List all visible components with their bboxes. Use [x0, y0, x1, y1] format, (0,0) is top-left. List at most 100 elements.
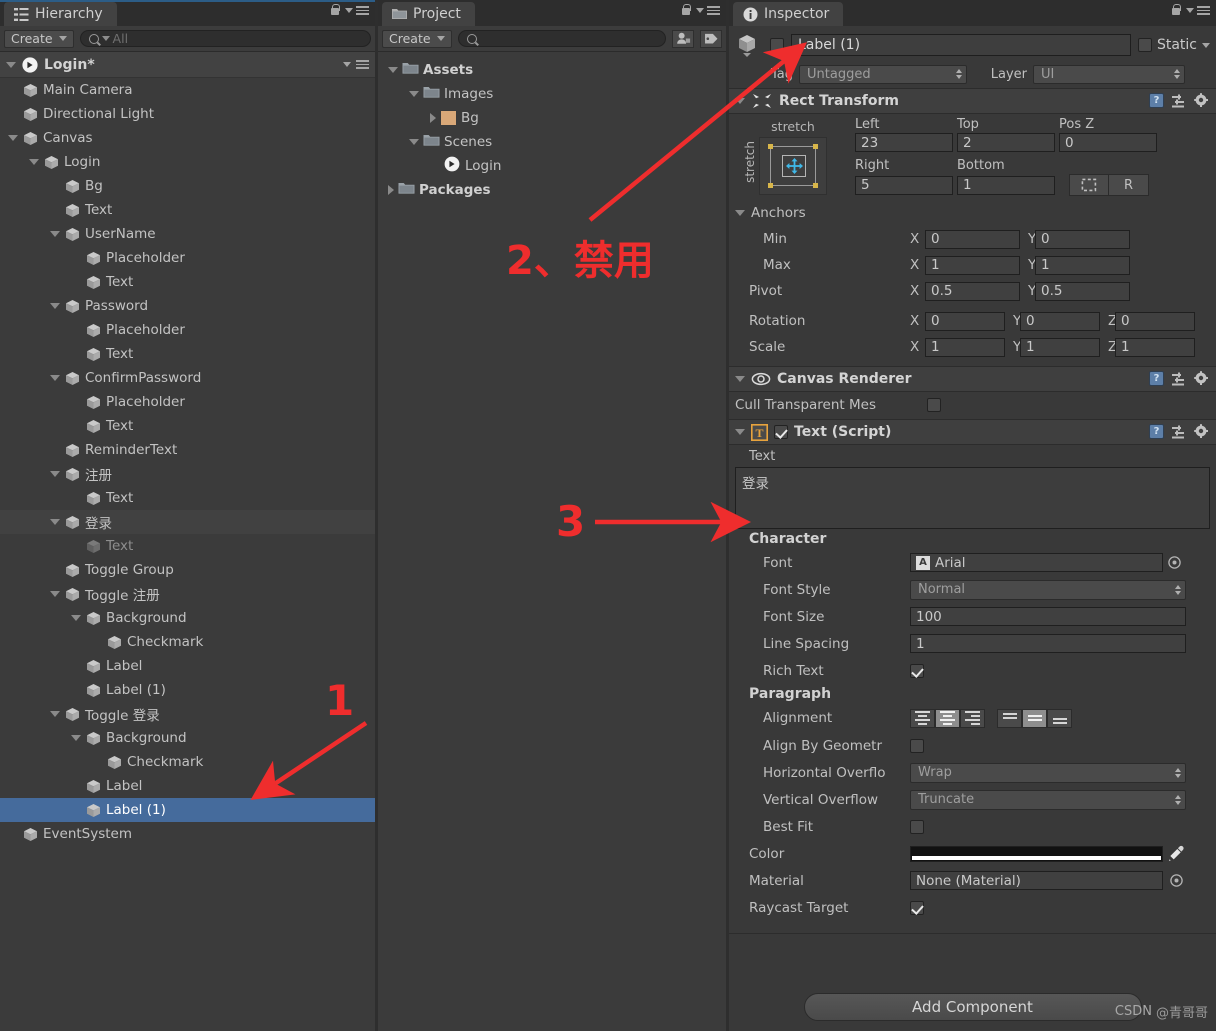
- font-size-input[interactable]: 100: [910, 607, 1186, 626]
- align-top-button[interactable]: [997, 708, 1022, 728]
- scale-x-input[interactable]: 1: [925, 337, 1005, 357]
- material-select-button[interactable]: [1163, 874, 1189, 887]
- blueprint-mode-button[interactable]: [1069, 174, 1109, 196]
- project-item-scenes[interactable]: Scenes: [378, 130, 726, 154]
- best-fit-checkbox[interactable]: [910, 819, 924, 834]
- anchors-min-y-input[interactable]: 0: [1035, 229, 1130, 249]
- hierarchy-item-[interactable]: 注册: [0, 462, 375, 486]
- align-center-button[interactable]: [935, 708, 960, 728]
- chevron-right-icon[interactable]: [430, 113, 436, 123]
- hierarchy-item-main-camera[interactable]: Main Camera: [0, 78, 375, 102]
- align-bottom-button[interactable]: [1047, 708, 1072, 728]
- chevron-down-icon[interactable]: [735, 210, 745, 216]
- hierarchy-create-button[interactable]: Create: [4, 29, 74, 48]
- align-by-geometry-checkbox[interactable]: [910, 738, 924, 753]
- project-item-packages[interactable]: Packages: [378, 178, 726, 202]
- alignment-horizontal-group[interactable]: [910, 708, 985, 728]
- hierarchy-item-canvas[interactable]: Canvas: [0, 126, 375, 150]
- project-item-assets[interactable]: Assets: [378, 58, 726, 82]
- scale-z-input[interactable]: 1: [1115, 337, 1195, 357]
- tab-hierarchy[interactable]: Hierarchy: [4, 2, 117, 26]
- hierarchy-item-label[interactable]: Label: [0, 774, 375, 798]
- scene-menu-button[interactable]: [343, 60, 369, 69]
- gear-icon[interactable]: [1194, 93, 1209, 108]
- chevron-down-icon[interactable]: [1202, 42, 1210, 48]
- hierarchy-item-label-1[interactable]: Label (1): [0, 678, 375, 702]
- chevron-down-icon[interactable]: [50, 711, 60, 717]
- left-input[interactable]: 23: [855, 133, 953, 152]
- hierarchy-item-text[interactable]: Text: [0, 486, 375, 510]
- hierarchy-item-remindertext[interactable]: ReminderText: [0, 438, 375, 462]
- hierarchy-item-eventsystem[interactable]: EventSystem: [0, 822, 375, 846]
- chevron-down-icon[interactable]: [409, 91, 419, 97]
- static-toggle[interactable]: Static: [1137, 37, 1210, 53]
- chevron-down-icon[interactable]: [50, 591, 60, 597]
- rect-transform-header[interactable]: Rect Transform ?: [729, 88, 1216, 114]
- text-script-header[interactable]: T Text (Script) ?: [729, 419, 1216, 445]
- chevron-down-icon[interactable]: [409, 139, 419, 145]
- preset-icon[interactable]: [1172, 372, 1186, 386]
- chevron-down-icon[interactable]: [8, 135, 18, 141]
- hierarchy-item-label-1[interactable]: Label (1): [0, 798, 375, 822]
- hierarchy-item-text[interactable]: Text: [0, 342, 375, 366]
- chevron-right-icon[interactable]: [388, 185, 394, 195]
- hierarchy-item-login[interactable]: Login: [0, 150, 375, 174]
- text-script-enabled-checkbox[interactable]: [774, 425, 788, 439]
- chevron-down-icon[interactable]: [71, 615, 81, 621]
- gameobject-icon[interactable]: [735, 31, 763, 59]
- material-object-field[interactable]: None (Material): [910, 871, 1163, 890]
- rich-text-checkbox[interactable]: [910, 663, 924, 678]
- gameobject-enabled-checkbox[interactable]: [770, 38, 784, 52]
- hierarchy-item-placeholder[interactable]: Placeholder: [0, 390, 375, 414]
- chevron-down-icon[interactable]: [50, 231, 60, 237]
- bottom-input[interactable]: 1: [957, 175, 1055, 195]
- layer-dropdown[interactable]: UI: [1033, 64, 1185, 84]
- hierarchy-item-directional-light[interactable]: Directional Light: [0, 102, 375, 126]
- hierarchy-item-bg[interactable]: Bg: [0, 174, 375, 198]
- hierarchy-item-[interactable]: 登录: [0, 510, 375, 534]
- hierarchy-item-placeholder[interactable]: Placeholder: [0, 246, 375, 270]
- lock-icon[interactable]: [330, 4, 340, 17]
- hierarchy-item-toggle[interactable]: Toggle 注册: [0, 582, 375, 606]
- hierarchy-item-text[interactable]: Text: [0, 270, 375, 294]
- chevron-down-icon[interactable]: [50, 303, 60, 309]
- preset-icon[interactable]: [1172, 425, 1186, 439]
- gameobject-name-input[interactable]: Label (1): [791, 34, 1131, 56]
- chevron-down-icon[interactable]: [71, 735, 81, 741]
- tab-inspector[interactable]: Inspector: [733, 2, 844, 26]
- hierarchy-search-input[interactable]: All: [79, 30, 371, 47]
- tag-dropdown[interactable]: Untagged: [799, 64, 967, 84]
- pivot-x-input[interactable]: 0.5: [925, 281, 1020, 301]
- rotation-x-input[interactable]: 0: [925, 311, 1005, 331]
- chevron-down-icon[interactable]: [29, 159, 39, 165]
- raw-mode-button[interactable]: R: [1109, 174, 1149, 196]
- chevron-down-icon[interactable]: [388, 67, 398, 73]
- static-checkbox[interactable]: [1137, 38, 1152, 52]
- help-icon[interactable]: ?: [1149, 93, 1164, 108]
- hierarchy-item-checkmark[interactable]: Checkmark: [0, 750, 375, 774]
- lock-icon[interactable]: [681, 4, 691, 17]
- chevron-down-icon[interactable]: [50, 519, 60, 525]
- hierarchy-item-text[interactable]: Text: [0, 198, 375, 222]
- scale-y-input[interactable]: 1: [1020, 337, 1100, 357]
- font-style-dropdown[interactable]: Normal: [910, 579, 1186, 600]
- project-menu-button[interactable]: [696, 6, 720, 15]
- alignment-vertical-group[interactable]: [997, 708, 1072, 728]
- preset-icon[interactable]: [1172, 94, 1186, 108]
- project-item-bg[interactable]: Bg: [378, 106, 726, 130]
- gear-icon[interactable]: [1194, 424, 1209, 439]
- project-create-button[interactable]: Create: [382, 29, 452, 48]
- hierarchy-item-text[interactable]: Text: [0, 534, 375, 558]
- horizontal-overflow-dropdown[interactable]: Wrap: [910, 762, 1186, 783]
- gear-icon[interactable]: [1194, 371, 1209, 386]
- hierarchy-item-label[interactable]: Label: [0, 654, 375, 678]
- inspector-menu-button[interactable]: [1186, 6, 1210, 15]
- hierarchy-item-background[interactable]: Background: [0, 726, 375, 750]
- align-middle-button[interactable]: [1022, 708, 1047, 728]
- right-input[interactable]: 5: [855, 175, 953, 195]
- hierarchy-item-text[interactable]: Text: [0, 414, 375, 438]
- rotation-y-input[interactable]: 0: [1020, 311, 1100, 331]
- add-component-button[interactable]: Add Component: [803, 993, 1142, 1021]
- hierarchy-item-toggle-group[interactable]: Toggle Group: [0, 558, 375, 582]
- posz-input[interactable]: 0: [1059, 133, 1157, 152]
